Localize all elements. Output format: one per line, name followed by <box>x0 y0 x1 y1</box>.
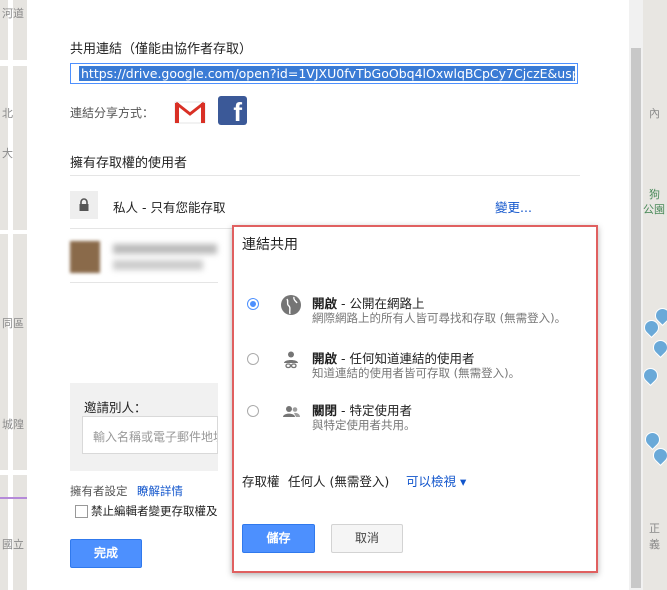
map-pin-icon[interactable] <box>649 336 667 359</box>
person-link-icon <box>280 349 302 371</box>
gmail-icon[interactable] <box>174 100 206 124</box>
scrollbar-thumb[interactable] <box>631 48 641 588</box>
option-description: 知道連結的使用者皆可存取 (無需登入)。 <box>312 366 521 380</box>
prevent-editors-label: 禁止編輯者變更存取權及 <box>91 504 218 518</box>
map-pin-icon[interactable] <box>643 364 662 387</box>
facebook-glyph: f <box>233 97 242 127</box>
access-who: 任何人 (無需登入) <box>288 474 390 489</box>
map-road <box>0 230 27 234</box>
map-left-strip: 河道 北 大 同區 城隍 國立 <box>0 0 27 590</box>
share-via-label: 連結分享方式： <box>70 106 155 120</box>
map-label: 城隍 <box>2 418 24 431</box>
radio-public[interactable] <box>247 298 259 310</box>
owner-settings-label: 擁有者設定 <box>70 484 128 498</box>
access-users-title: 擁有存取權的使用者 <box>70 156 188 171</box>
invite-input[interactable]: 輸入名稱或電子郵件地址 <box>82 416 218 454</box>
done-button[interactable]: 完成 <box>70 539 142 568</box>
map-road <box>0 470 27 475</box>
facebook-icon[interactable]: f <box>218 96 247 127</box>
option-state: 關閉 <box>312 403 338 418</box>
map-label: 大 <box>2 147 13 160</box>
map-label: 正義 <box>649 522 660 551</box>
invite-placeholder: 輸入名稱或電子郵件地址 <box>93 430 218 444</box>
map-label: 狗 <box>649 188 660 201</box>
globe-icon <box>281 295 301 315</box>
map-label: 同區 <box>2 317 24 330</box>
map-label: 國立 <box>2 538 24 551</box>
option-specific-people[interactable]: 關閉 - 特定使用者 與特定使用者共用。 <box>234 401 596 441</box>
divider <box>70 282 218 283</box>
option-description: 網際網路上的所有人皆可尋找和存取 (無需登入)。 <box>312 311 567 325</box>
share-link-title: 共用連結（僅能由協作者存取） <box>70 42 253 57</box>
option-title-rest: - 任何知道連結的使用者 <box>337 351 475 366</box>
map-road <box>0 60 27 66</box>
owner-name-redacted <box>113 244 217 254</box>
option-state: 開啟 <box>312 351 338 366</box>
invite-label: 邀請別人： <box>84 400 147 415</box>
cancel-button[interactable]: 取消 <box>331 524 403 553</box>
learn-more-link[interactable]: 瞭解詳情 <box>137 483 183 499</box>
dialog-scrollbar[interactable] <box>629 0 643 590</box>
link-sharing-popup: 連結共用 開啟 - 公開在網路上 網際網路上的所有人皆可尋找和存取 (無需登入)… <box>232 225 598 573</box>
option-description: 與特定使用者共用。 <box>312 418 416 432</box>
map-label: 河道 <box>2 7 24 20</box>
share-link-url[interactable]: https://drive.google.com/open?id=1VJXU0f… <box>79 66 575 81</box>
access-label: 存取權 <box>242 474 280 489</box>
lock-icon <box>70 191 98 219</box>
option-state: 開啟 <box>312 296 338 311</box>
map-label: 公園 <box>643 203 665 216</box>
map-right-strip: 內 狗 公園 正義 <box>643 0 667 590</box>
option-anyone-with-link[interactable]: 開啟 - 任何知道連結的使用者 知道連結的使用者皆可存取 (無需登入)。 <box>234 349 596 389</box>
radio-anyone-with-link[interactable] <box>247 353 259 365</box>
change-access-link[interactable]: 變更... <box>495 197 532 216</box>
map-metro-line <box>0 497 27 499</box>
option-public[interactable]: 開啟 - 公開在網路上 網際網路上的所有人皆可尋找和存取 (無需登入)。 <box>234 294 596 334</box>
map-road <box>8 0 13 590</box>
access-level-text: 私人 - 只有您能存取 <box>113 200 226 215</box>
radio-specific-people[interactable] <box>247 405 259 417</box>
divider <box>70 175 580 176</box>
prevent-editors-checkbox[interactable] <box>75 505 88 518</box>
save-button[interactable]: 儲存 <box>242 524 315 553</box>
option-title-rest: - 公開在網路上 <box>337 296 425 311</box>
owner-email-redacted <box>113 260 203 270</box>
popup-title: 連結共用 <box>242 237 298 253</box>
avatar <box>70 241 100 273</box>
access-level-dropdown[interactable]: 可以檢視 ▾ <box>406 471 466 490</box>
map-label: 北 <box>2 107 13 120</box>
share-link-field[interactable]: https://drive.google.com/open?id=1VJXU0f… <box>70 63 578 84</box>
people-icon <box>283 406 300 417</box>
option-title-rest: - 特定使用者 <box>337 403 412 418</box>
map-label: 內 <box>649 107 660 120</box>
